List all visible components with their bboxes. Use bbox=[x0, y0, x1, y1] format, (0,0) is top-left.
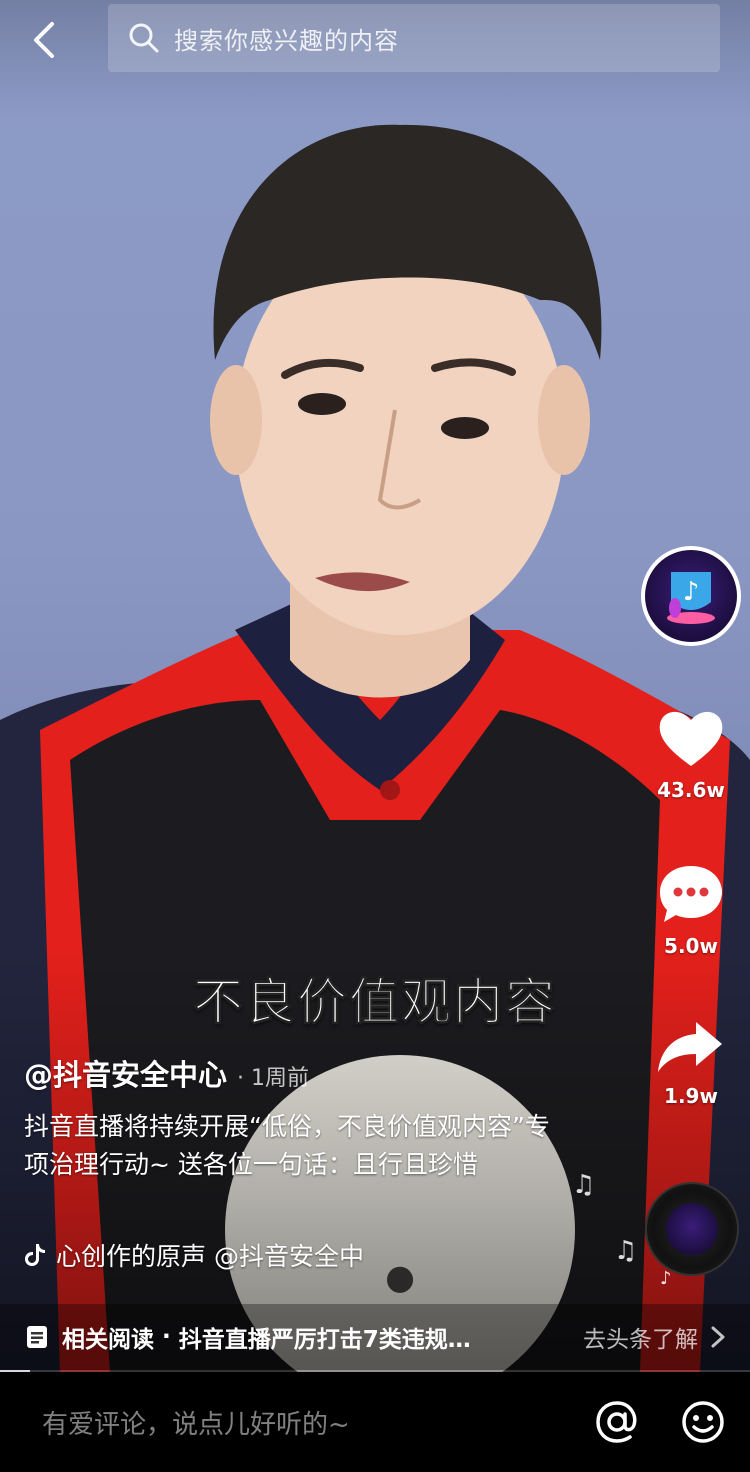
like-count: 43.6w bbox=[657, 778, 725, 802]
author-name[interactable]: @抖音安全中心 bbox=[24, 1052, 227, 1094]
video-subtitle: 不良价值观内容 bbox=[193, 973, 557, 1032]
post-description[interactable]: 抖音直播将持续开展“低俗，不良价值观内容”专项治理行动~ 送各位一句话：且行且珍… bbox=[24, 1108, 564, 1184]
share-count: 1.9w bbox=[664, 1084, 718, 1108]
emoji-icon[interactable] bbox=[680, 1399, 726, 1445]
comment-count: 5.0w bbox=[664, 934, 718, 958]
music-note-icon: ♪ bbox=[660, 1268, 672, 1289]
search-placeholder: 搜索你感兴趣的内容 bbox=[174, 26, 399, 55]
comment-bar: 有爱评论，说点儿好听的~ bbox=[0, 1372, 750, 1472]
related-title: 抖音直播严厉打击7类违规… bbox=[178, 1327, 471, 1353]
chevron-left-icon[interactable] bbox=[22, 18, 66, 62]
comment-input[interactable]: 有爱评论，说点儿好听的~ bbox=[42, 1404, 554, 1441]
like-button[interactable]: 43.6w bbox=[632, 706, 750, 802]
douyin-logo-icon: ♪ bbox=[645, 550, 737, 642]
related-separator: · bbox=[162, 1324, 171, 1350]
comment-button[interactable]: 5.0w bbox=[632, 862, 750, 958]
music-note-icon: ♫ bbox=[572, 1170, 596, 1200]
chevron-right-icon bbox=[711, 1326, 725, 1348]
comment-bubble-icon bbox=[660, 866, 722, 922]
heart-icon bbox=[659, 711, 723, 766]
go-toutiao-link[interactable]: 去头条了解 bbox=[583, 1320, 698, 1354]
search-icon bbox=[129, 23, 159, 53]
search-input[interactable]: 搜索你感兴趣的内容 bbox=[108, 4, 720, 72]
music-note-icon: ♫ bbox=[614, 1236, 638, 1266]
svg-text:♪: ♪ bbox=[683, 577, 700, 607]
tiktok-note-icon bbox=[25, 1244, 45, 1266]
music-info[interactable]: 心创作的原声 @抖音安全中 bbox=[24, 1237, 424, 1273]
music-title: 心创作的原声 @抖音安全中 bbox=[56, 1242, 364, 1271]
document-icon bbox=[27, 1326, 47, 1348]
disc-cover bbox=[666, 1203, 718, 1255]
author-line: @抖音安全中心 · 1周前 bbox=[24, 1052, 309, 1094]
post-time: · 1周前 bbox=[237, 1066, 309, 1091]
author-avatar[interactable]: ♪ bbox=[641, 546, 741, 646]
related-label: 相关阅读 bbox=[62, 1327, 154, 1353]
related-reading-bar[interactable]: 相关阅读 · 抖音直播严厉打击7类违规… 去头条了解 bbox=[0, 1304, 750, 1370]
music-disc-icon[interactable] bbox=[645, 1182, 739, 1276]
at-mention-icon[interactable] bbox=[594, 1399, 640, 1445]
